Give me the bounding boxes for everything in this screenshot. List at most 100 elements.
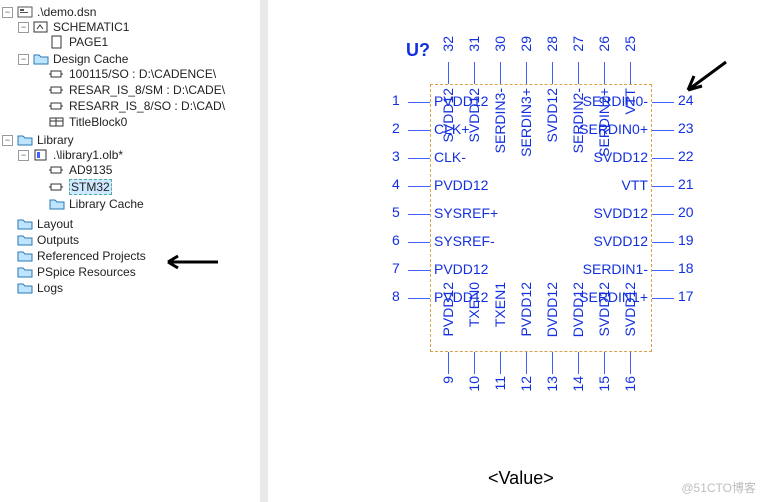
pin-stub[interactable] xyxy=(652,158,674,159)
refdes-label[interactable]: U? xyxy=(406,40,430,61)
pin-name[interactable]: DVDD12 xyxy=(570,282,586,337)
pin-number[interactable]: 10 xyxy=(466,376,482,392)
pin-number[interactable]: 21 xyxy=(678,176,694,192)
pin-stub[interactable] xyxy=(408,270,430,271)
pin-number[interactable]: 3 xyxy=(392,148,400,164)
pin-number[interactable]: 14 xyxy=(570,376,586,392)
collapse-icon[interactable]: − xyxy=(2,7,13,18)
tree-item-library[interactable]: − Library xyxy=(2,133,260,147)
pin-stub[interactable] xyxy=(552,352,553,374)
pin-name[interactable]: SERDIN2- xyxy=(570,88,586,153)
tree-item-cache-part[interactable]: TitleBlock0 xyxy=(34,115,260,129)
schematic-canvas[interactable]: U? 1 PVDD12 2 CLK+ 3 CLK- 4 PVDD12 5 SYS… xyxy=(268,0,764,502)
pin-stub[interactable] xyxy=(408,130,430,131)
pin-stub[interactable] xyxy=(652,130,674,131)
pin-number[interactable]: 25 xyxy=(622,36,638,52)
pin-name[interactable]: SVDD12 xyxy=(440,88,456,142)
pin-number[interactable]: 1 xyxy=(392,92,400,108)
pin-stub[interactable] xyxy=(652,214,674,215)
pin-number[interactable]: 19 xyxy=(678,232,694,248)
pin-number[interactable]: 9 xyxy=(440,376,456,384)
pin-number[interactable]: 23 xyxy=(678,120,694,136)
tree-item-schematic[interactable]: − SCHEMATIC1 xyxy=(18,20,260,34)
pin-stub[interactable] xyxy=(652,186,674,187)
pin-name[interactable]: SERDIN3- xyxy=(492,88,508,153)
pin-number[interactable]: 4 xyxy=(392,176,400,192)
tree-item-design[interactable]: − .\demo.dsn xyxy=(2,5,260,19)
tree-item-lib-file[interactable]: − .\library1.olb* xyxy=(18,148,260,162)
pin-stub[interactable] xyxy=(408,298,430,299)
pin-number[interactable]: 24 xyxy=(678,92,694,108)
pin-stub[interactable] xyxy=(652,242,674,243)
pin-name[interactable]: SYSREF+ xyxy=(434,205,498,221)
pin-stub[interactable] xyxy=(408,214,430,215)
tree-item-part[interactable]: STM32 xyxy=(34,179,260,195)
pin-stub[interactable] xyxy=(408,102,430,103)
pin-stub[interactable] xyxy=(448,352,449,374)
pin-number[interactable]: 8 xyxy=(392,288,400,304)
pin-number[interactable]: 13 xyxy=(544,376,560,392)
pin-stub[interactable] xyxy=(526,352,527,374)
pin-number[interactable]: 6 xyxy=(392,232,400,248)
pin-name[interactable]: SVDD12 xyxy=(544,88,560,142)
pin-number[interactable]: 20 xyxy=(678,204,694,220)
pin-stub[interactable] xyxy=(604,352,605,374)
pin-name[interactable]: SERDIN2+ xyxy=(596,88,612,157)
pin-name[interactable]: PVDD12 xyxy=(434,261,488,277)
pin-number[interactable]: 7 xyxy=(392,260,400,276)
tree-item-cache-part[interactable]: RESAR_IS_8/SM : D:\CADE\ xyxy=(34,83,260,97)
pin-stub[interactable] xyxy=(500,62,501,84)
pin-stub[interactable] xyxy=(652,270,674,271)
pin-name[interactable]: TXEN1 xyxy=(492,282,508,327)
tree-item-design-cache[interactable]: − Design Cache xyxy=(18,52,260,66)
tree-item-cache-part[interactable]: 100115/SO : D:\CADENCE\ xyxy=(34,67,260,81)
tree-item-folder[interactable]: Layout xyxy=(2,217,260,231)
tree-item-folder[interactable]: Outputs xyxy=(2,233,260,247)
collapse-icon[interactable]: − xyxy=(18,150,29,161)
pin-name[interactable]: VTT xyxy=(622,88,638,114)
tree-item-folder[interactable]: Referenced Projects xyxy=(2,249,260,263)
tree-item-page[interactable]: PAGE1 xyxy=(34,35,260,49)
pin-number[interactable]: 12 xyxy=(518,376,534,392)
pin-name[interactable]: PVDD12 xyxy=(434,177,488,193)
pin-name[interactable]: SVDD12 xyxy=(564,233,648,249)
pin-number[interactable]: 11 xyxy=(492,376,508,391)
pin-name[interactable]: SVDD12 xyxy=(596,282,612,336)
pin-stub[interactable] xyxy=(408,186,430,187)
pin-number[interactable]: 28 xyxy=(544,36,560,52)
pin-stub[interactable] xyxy=(448,62,449,84)
pin-name[interactable]: SVDD12 xyxy=(622,282,638,336)
pin-stub[interactable] xyxy=(652,298,674,299)
tree-item-folder[interactable]: PSpice Resources xyxy=(2,265,260,279)
collapse-icon[interactable]: − xyxy=(18,22,29,33)
pin-name[interactable]: PVDD12 xyxy=(440,282,456,336)
collapse-icon[interactable]: − xyxy=(2,135,13,146)
pin-stub[interactable] xyxy=(474,352,475,374)
pin-name[interactable]: SERDIN1- xyxy=(564,261,648,277)
pin-stub[interactable] xyxy=(578,352,579,374)
pin-stub[interactable] xyxy=(630,352,631,374)
pin-number[interactable]: 22 xyxy=(678,148,694,164)
pin-stub[interactable] xyxy=(408,242,430,243)
pin-number[interactable]: 15 xyxy=(596,376,612,392)
pin-stub[interactable] xyxy=(552,62,553,84)
pin-number[interactable]: 5 xyxy=(392,204,400,220)
pin-name[interactable]: TXEN0 xyxy=(466,282,482,327)
pin-stub[interactable] xyxy=(474,62,475,84)
value-label[interactable]: <Value> xyxy=(488,468,554,489)
tree-item-lib-cache[interactable]: Library Cache xyxy=(34,197,260,211)
pin-number[interactable]: 30 xyxy=(492,36,508,52)
pin-name[interactable]: SVDD12 xyxy=(466,88,482,142)
pin-name[interactable]: SERDIN3+ xyxy=(518,88,534,157)
pin-stub[interactable] xyxy=(652,102,674,103)
pin-number[interactable]: 31 xyxy=(466,36,482,52)
pin-name[interactable]: CLK- xyxy=(434,149,466,165)
pin-stub[interactable] xyxy=(604,62,605,84)
pin-name[interactable]: PVDD12 xyxy=(518,282,534,336)
tree-item-part[interactable]: AD9135 xyxy=(34,163,260,177)
pin-name[interactable]: SYSREF- xyxy=(434,233,495,249)
pin-stub[interactable] xyxy=(500,352,501,374)
component-symbol[interactable]: U? 1 PVDD12 2 CLK+ 3 CLK- 4 PVDD12 5 SYS… xyxy=(348,30,708,450)
pin-number[interactable]: 27 xyxy=(570,36,586,52)
pin-stub[interactable] xyxy=(526,62,527,84)
